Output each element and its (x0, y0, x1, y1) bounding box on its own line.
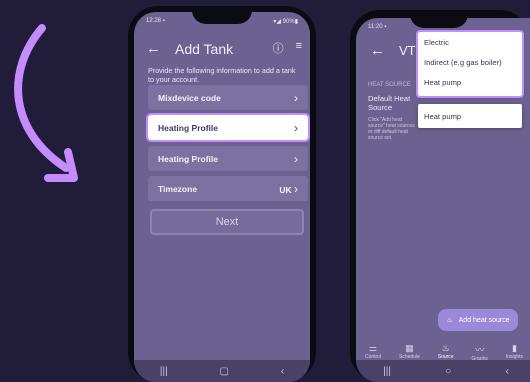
chevron-right-icon: › (294, 90, 298, 105)
selected-heat-source-field[interactable]: Heat pump (418, 104, 522, 128)
default-heat-source-label: Default Heat Source (368, 94, 411, 112)
chevron-right-icon: › (294, 151, 298, 166)
flame-icon: ♨ (441, 343, 450, 353)
selected-heat-source-value: Heat pump (424, 111, 462, 121)
heat-source-dropdown: Electric Indirect (e.g gas boiler) Heat … (416, 30, 524, 98)
android-nav-bar: ||| ▢ ‹ (134, 360, 310, 382)
timezone-row[interactable]: Timezone UK › (148, 176, 308, 201)
info-icon[interactable]: ⓘ (273, 40, 284, 56)
next-button[interactable]: Next (150, 209, 304, 235)
option-electric[interactable]: Electric (418, 32, 522, 52)
recent-apps-icon[interactable]: ||| (383, 366, 391, 377)
section-label: HEAT SOURCE (368, 82, 411, 88)
mixdevice-code-row[interactable]: Mixdevice code › (148, 85, 308, 110)
menu-icon[interactable]: ≡ (296, 40, 302, 56)
heating-profile-row-highlighted[interactable]: Heating Profile › (146, 113, 310, 142)
description-text: Provide the following information to add… (148, 66, 296, 84)
phone-notch (192, 6, 252, 24)
curved-arrow-icon (14, 24, 78, 182)
home-icon[interactable]: ○ (445, 366, 451, 377)
page-title: Add Tank (175, 40, 234, 57)
back-nav-icon[interactable]: ‹ (506, 366, 509, 377)
chevron-right-icon: › (294, 120, 298, 135)
help-text: Click "Add heat source" heat sources or … (368, 117, 415, 141)
phone-notch (410, 10, 468, 28)
option-heat-pump[interactable]: Heat pump (418, 72, 522, 92)
bar-chart-icon: ▮ (511, 343, 517, 353)
graph-icon: 〰 (475, 345, 485, 355)
row-label: Timezone (158, 183, 198, 194)
status-time: 12:28 ▪ (146, 18, 165, 24)
calendar-icon: ▦ (405, 343, 414, 353)
back-arrow-icon[interactable]: ← (370, 42, 385, 59)
heating-profile-row[interactable]: Heating Profile › (148, 146, 308, 171)
add-heat-source-button[interactable]: ♨ Add heat source (438, 309, 518, 331)
back-arrow-icon[interactable]: ← (146, 40, 161, 57)
fab-label: Add heat source (458, 316, 510, 324)
row-label: Heating Profile (158, 122, 218, 133)
android-nav-bar: ||| ○ ‹ (356, 360, 530, 382)
sliders-icon: ⚌ (368, 343, 378, 353)
left-phone: 12:28 ▪ ▾◢ 90%▮ ← Add Tank ⓘ ≡ Provide t… (128, 6, 316, 382)
left-screen: 12:28 ▪ ▾◢ 90%▮ ← Add Tank ⓘ ≡ Provide t… (134, 12, 310, 382)
row-label: Heating Profile (158, 153, 218, 164)
timezone-value: UK › (279, 181, 298, 196)
back-nav-icon[interactable]: ‹ (281, 366, 284, 377)
option-indirect[interactable]: Indirect (e.g gas boiler) (418, 52, 522, 72)
app-header: ← Add Tank ⓘ ≡ (146, 40, 310, 57)
row-label: Mixdevice code (158, 92, 221, 103)
status-time: 11:20 ▪ (368, 24, 387, 30)
status-right: ▾◢ 90%▮ (273, 19, 298, 25)
recent-apps-icon[interactable]: ||| (160, 366, 168, 377)
home-icon[interactable]: ▢ (219, 366, 228, 377)
heat-source-icon: ♨ (446, 317, 453, 324)
